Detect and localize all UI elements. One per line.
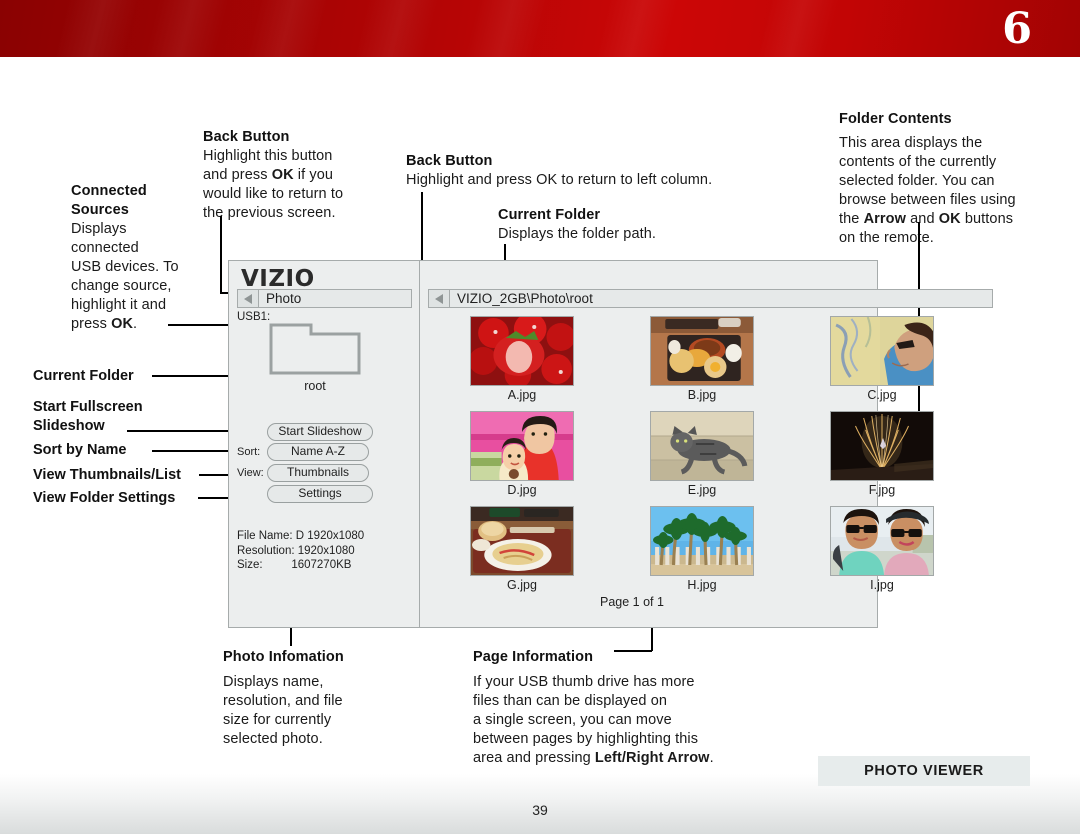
callout-title: Back Button	[203, 129, 290, 145]
sort-row[interactable]: Sort: Name A-Z	[237, 443, 369, 461]
tv-left-pane: VIZIO Photo USB1: root Start Slideshow S…	[229, 261, 420, 627]
header-streak	[46, 0, 144, 57]
section-badge: PHOTO VIEWER	[818, 756, 1030, 786]
callout-body: Displays connected USB devices. To chang…	[71, 221, 179, 332]
tv-right-pane: VIZIO_2GB\Photo\root A.jpg B.jpg C.jpg D…	[420, 261, 993, 627]
thumbnail-label: G.jpg	[507, 578, 537, 592]
page-number: 39	[532, 802, 548, 818]
header-streak	[586, 0, 684, 57]
callout-back-button-left: Back Button Highlight this button and pr…	[203, 128, 408, 223]
label-view-thumbnails-list: View Thumbnails/List	[33, 467, 181, 483]
header-streak	[136, 0, 234, 57]
thumbnail-item[interactable]: F.jpg	[792, 411, 972, 497]
chapter-header-band: 6	[0, 0, 1080, 57]
thumbnail-label: A.jpg	[507, 388, 537, 402]
thumbnail-grid: A.jpg B.jpg C.jpg D.jpg E.jpg F.jpg G.jp…	[432, 316, 972, 601]
thumbnail-label: H.jpg	[687, 578, 717, 592]
callout-body: If your USB thumb drive has more files t…	[473, 674, 714, 766]
thumbnail-image-cat[interactable]	[650, 411, 754, 481]
thumbnail-item[interactable]: H.jpg	[612, 506, 792, 592]
callout-title: Page Information	[473, 649, 594, 665]
thumbnail-item[interactable]: A.jpg	[432, 316, 612, 402]
thumbnail-item[interactable]: G.jpg	[432, 506, 612, 592]
tv-photo-viewer-mockup: VIZIO Photo USB1: root Start Slideshow S…	[228, 260, 993, 628]
thumbnail-item[interactable]: B.jpg	[612, 316, 792, 402]
thumbnail-label: D.jpg	[507, 483, 537, 497]
thumbnail-image-palm-trees[interactable]	[650, 506, 754, 576]
photo-information-text: File Name: D 1920x1080 Resolution: 1920x…	[237, 530, 365, 571]
label-view-folder-settings: View Folder Settings	[33, 490, 176, 506]
view-button[interactable]: Thumbnails	[267, 464, 369, 482]
callout-current-folder-top: Current Folder Displays the folder path.	[498, 206, 798, 244]
callout-photo-information: Photo Infomation Displays name, resoluti…	[223, 648, 423, 749]
thumbnail-image-food-tray[interactable]	[650, 316, 754, 386]
label-current-folder: Current Folder	[33, 368, 134, 384]
callout-folder-contents: Folder Contents This area displays the c…	[839, 110, 1054, 248]
thumbnail-image-fiber-optic-lamp[interactable]	[830, 411, 934, 481]
callout-title: Back Button	[406, 153, 493, 169]
current-folder-path: VIZIO_2GB\Photo\root	[457, 291, 593, 306]
header-streak	[456, 0, 554, 57]
left-breadcrumb-bar[interactable]: Photo	[237, 289, 412, 308]
right-breadcrumb-bar[interactable]: VIZIO_2GB\Photo\root	[428, 289, 993, 308]
callout-back-button-right: Back Button Highlight and press OK to re…	[406, 152, 806, 190]
chapter-number: 6	[1002, 4, 1032, 54]
thumbnail-item[interactable]: C.jpg	[792, 316, 972, 402]
settings-label: Settings	[267, 485, 373, 503]
thumbnail-label: I.jpg	[870, 578, 894, 592]
callout-body: Displays name, resolution, and file size…	[223, 674, 343, 747]
thumbnail-image-couple-sunglasses[interactable]	[830, 506, 934, 576]
usb-source-label: USB1:	[237, 311, 271, 323]
callout-title: Connected Sources	[71, 183, 147, 218]
page-indicator[interactable]: Page 1 of 1	[432, 595, 832, 609]
header-streak	[346, 0, 444, 57]
left-breadcrumb-text: Photo	[266, 291, 302, 306]
back-triangle-icon[interactable]	[429, 290, 450, 307]
start-slideshow-button[interactable]: Start Slideshow	[267, 423, 373, 441]
thumbnail-image-pasta-plate[interactable]	[470, 506, 574, 576]
view-row[interactable]: View: Thumbnails	[237, 464, 369, 482]
callout-title: Photo Infomation	[223, 649, 344, 665]
callout-title: Current Folder	[498, 207, 601, 223]
sort-prefix-label: Sort:	[237, 446, 261, 458]
thumbnail-label: C.jpg	[867, 388, 897, 402]
callout-body: Highlight this button and press OK if yo…	[203, 148, 344, 221]
back-triangle-icon[interactable]	[238, 290, 259, 307]
callout-page-information: Page Information If your USB thumb drive…	[473, 648, 793, 768]
thumbnail-image-strawberries[interactable]	[470, 316, 574, 386]
settings-button[interactable]: Settings	[267, 485, 373, 503]
callout-body: Highlight and press OK to return to left…	[406, 172, 713, 188]
sort-button[interactable]: Name A-Z	[267, 443, 369, 461]
callout-body: Displays the folder path.	[498, 226, 657, 242]
thumbnail-item[interactable]: I.jpg	[792, 506, 972, 592]
thumbnail-item[interactable]: E.jpg	[612, 411, 792, 497]
leader-line-connected-sources	[168, 324, 236, 326]
header-streak	[746, 0, 844, 57]
thumbnail-label: F.jpg	[868, 483, 896, 497]
thumbnail-image-woman-sunglasses-map[interactable]	[830, 316, 934, 386]
start-slideshow-label: Start Slideshow	[267, 423, 373, 441]
label-sort-by-name: Sort by Name	[33, 442, 127, 458]
folder-icon[interactable]	[269, 323, 361, 375]
folder-name-label: root	[304, 379, 326, 393]
callout-connected-sources: Connected Sources Displays connected USB…	[71, 182, 191, 334]
header-streak	[236, 0, 334, 57]
callout-body: This area displays the contents of the c…	[839, 135, 1016, 246]
leader-line-sort	[152, 450, 234, 452]
thumbnail-label: B.jpg	[687, 388, 717, 402]
thumbnail-image-two-girls-pink[interactable]	[470, 411, 574, 481]
thumbnail-item[interactable]: D.jpg	[432, 411, 612, 497]
callout-title: Folder Contents	[839, 111, 952, 127]
leader-line-back-button-left	[220, 216, 222, 292]
view-prefix-label: View:	[237, 467, 264, 479]
thumbnail-label: E.jpg	[687, 483, 717, 497]
